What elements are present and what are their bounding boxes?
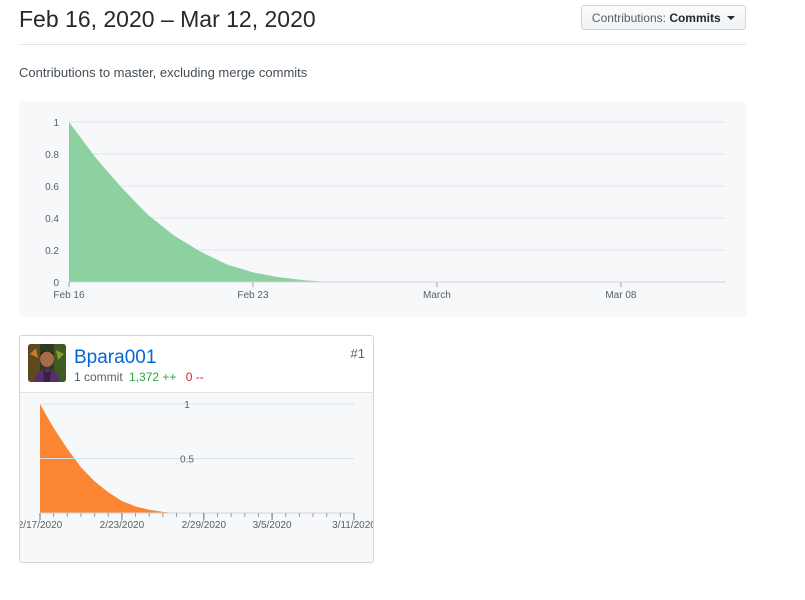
avatar[interactable] [28,344,66,382]
contributions-type-dropdown[interactable]: Contributions: Commits [580,5,746,30]
contributor-card-header: Bpara001 1 commit 1,372 ++ 0 -- #1 [20,336,373,393]
contributor-rank: #1 [350,346,365,361]
contributor-username-link[interactable]: Bpara001 [74,347,156,369]
y-tick-label: 0.6 [45,182,59,193]
x-tick-label: 3/5/2020 [253,520,292,531]
y-tick-label: 0.4 [45,214,59,225]
y-tick-label: 1 [184,400,190,411]
dropdown-value: Commits [669,11,721,25]
x-tick-label: 2/29/2020 [182,520,227,531]
additions-count: 1,372 ++ [129,370,177,384]
commits-area-series [69,122,726,282]
contributor-chart: 0.5 1 2/17/2020 2/23/2020 2/29/2020 3/5/2020 3… [20,393,373,562]
page-header: Feb 16, 2020 – Mar 12, 2020 Contribution… [19,0,746,45]
y-tick-label: 0.2 [45,246,59,257]
date-range-title: Feb 16, 2020 – Mar 12, 2020 [19,6,316,32]
contributions-chart: 0 0.2 0.4 0.6 0.8 1 Feb 16 Feb 23 March Mar 08 [19,102,746,317]
x-tick-label: 2/17/2020 [20,520,63,531]
y-tick-label: 0.8 [45,150,59,161]
x-tick-label: Feb 16 [53,290,85,301]
y-tick-label: 0 [53,278,59,289]
contributor-chart-svg: 0.5 1 2/17/2020 2/23/2020 2/29/2020 3/5/2020 3… [20,400,373,531]
contributor-card: Bpara001 1 commit 1,372 ++ 0 -- #1 0.5 1 2… [19,335,374,563]
contributor-stats: 1 commit 1,372 ++ 0 -- [74,370,204,384]
x-tick-label: 2/23/2020 [100,520,145,531]
caret-down-icon [727,16,735,20]
dropdown-prefix: Contributions: [591,11,666,25]
x-tick-label: March [423,290,451,301]
x-tick-label: 3/11/2020 [332,520,373,531]
y-tick-label: 0.5 [180,455,194,466]
x-tick-label: Feb 23 [237,290,269,301]
commit-count-link[interactable]: 1 commit [74,370,123,384]
x-tick-label: Mar 08 [605,290,637,301]
deletions-count: 0 -- [185,370,204,384]
contributions-description: Contributions to master, excluding merge… [19,65,308,80]
contributions-chart-svg: 0 0.2 0.4 0.6 0.8 1 Feb 16 Feb 23 March Mar 08 [45,118,726,301]
y-tick-label: 1 [53,118,59,129]
